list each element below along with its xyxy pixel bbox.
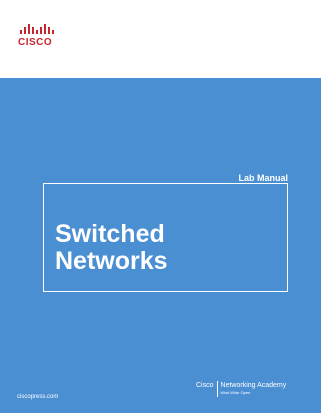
cisco-logo: CISCO [18, 22, 62, 52]
cover-title: Switched Networks [55, 221, 168, 275]
academy-cisco-text: Cisco [196, 382, 214, 389]
title-line-2: Networks [55, 247, 168, 275]
networking-academy-logo: Cisco Networking Academy Mind Wide Open [196, 381, 286, 401]
title-line-1: Switched [55, 220, 165, 248]
academy-name: Networking Academy [220, 382, 287, 389]
cisco-bridge-icon [20, 24, 54, 34]
academy-text-block: Networking Academy Mind Wide Open [221, 381, 287, 396]
academy-divider [216, 381, 218, 397]
publisher-url: ciscopress.com [17, 394, 59, 400]
cisco-wordmark: CISCO [18, 37, 53, 48]
academy-tagline: Mind Wide Open [220, 390, 251, 395]
cover-subtitle: Lab Manual [238, 173, 288, 183]
book-cover: CISCO Lab Manual Switched Networks cisco… [0, 0, 321, 413]
cover-header: CISCO [0, 0, 321, 78]
